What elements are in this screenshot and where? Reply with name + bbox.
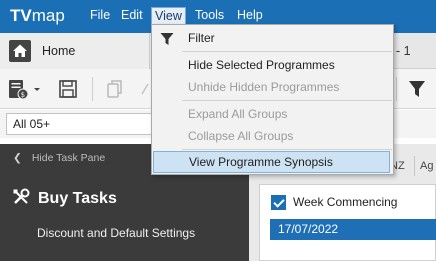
toolbar-separator	[92, 77, 93, 101]
menu-item-hide-selected[interactable]: Hide Selected Programmes	[152, 54, 393, 76]
view-menu-dropdown: Filter Hide Selected Programmes Unhide H…	[151, 24, 394, 175]
bill-dropdown-icon[interactable]: $	[8, 78, 42, 103]
buy-tasks-title: Buy Tasks	[38, 190, 117, 207]
copy-icon[interactable]	[106, 79, 124, 102]
week-commencing-label: Week Commencing	[293, 195, 398, 209]
menu-file[interactable]: File	[90, 8, 110, 22]
menu-help[interactable]: Help	[237, 8, 263, 22]
menu-separator	[182, 51, 392, 52]
menu-edit[interactable]: Edit	[121, 8, 143, 22]
buy-tasks-heading: Buy Tasks	[12, 188, 117, 208]
column-header-ag[interactable]: Ag	[420, 160, 433, 172]
menu-item-filter[interactable]: Filter	[152, 27, 393, 49]
column-separator	[414, 156, 415, 176]
menu-separator	[182, 149, 392, 150]
menu-item-expand-all-label: Expand All Groups	[188, 107, 288, 121]
menu-item-collapse-all-label: Collapse All Groups	[188, 129, 294, 143]
week-commencing-panel: Week Commencing 17/07/2022	[259, 184, 436, 261]
menu-item-view-synopsis[interactable]: View Programme Synopsis	[153, 151, 390, 173]
menu-item-unhide-hidden-label: Unhide Hidden Programmes	[188, 80, 340, 94]
home-icon	[9, 40, 31, 62]
funnel-icon	[160, 32, 174, 49]
week-date-row[interactable]: 17/07/2022	[270, 219, 436, 240]
disabled-tool-icon	[140, 82, 150, 99]
menu-item-collapse-all[interactable]: Collapse All Groups	[152, 125, 393, 147]
hide-task-pane-label: Hide Task Pane	[31, 152, 106, 164]
discount-settings-link[interactable]: Discount and Default Settings	[37, 226, 195, 240]
menu-item-expand-all[interactable]: Expand All Groups	[152, 103, 393, 125]
tab-suffix: - 1	[396, 44, 411, 58]
menu-separator	[182, 100, 392, 101]
logo-tv: TV	[10, 6, 32, 25]
menu-item-hide-selected-label: Hide Selected Programmes	[188, 58, 335, 72]
chevron-left-icon: ❮	[13, 152, 22, 164]
tab-home-label: Home	[42, 44, 76, 58]
hide-task-pane-button[interactable]: ❮ Hide Task Pane	[13, 152, 105, 164]
svg-text:$: $	[21, 91, 25, 99]
menu-item-view-synopsis-label: View Programme Synopsis	[189, 155, 333, 169]
tools-icon	[13, 188, 30, 204]
save-icon[interactable]	[58, 79, 78, 102]
tab-home[interactable]: Home	[0, 33, 150, 69]
filter-funnel-icon[interactable]	[408, 79, 426, 102]
week-commencing-checkbox[interactable]	[271, 195, 286, 210]
toolbar-separator-right	[396, 77, 397, 101]
logo-map: map	[31, 6, 65, 25]
app-logo: TVmap	[10, 6, 65, 26]
menu-item-unhide-hidden[interactable]: Unhide Hidden Programmes	[152, 76, 393, 98]
menu-item-filter-label: Filter	[188, 31, 215, 45]
menu-tools[interactable]: Tools	[195, 8, 224, 22]
